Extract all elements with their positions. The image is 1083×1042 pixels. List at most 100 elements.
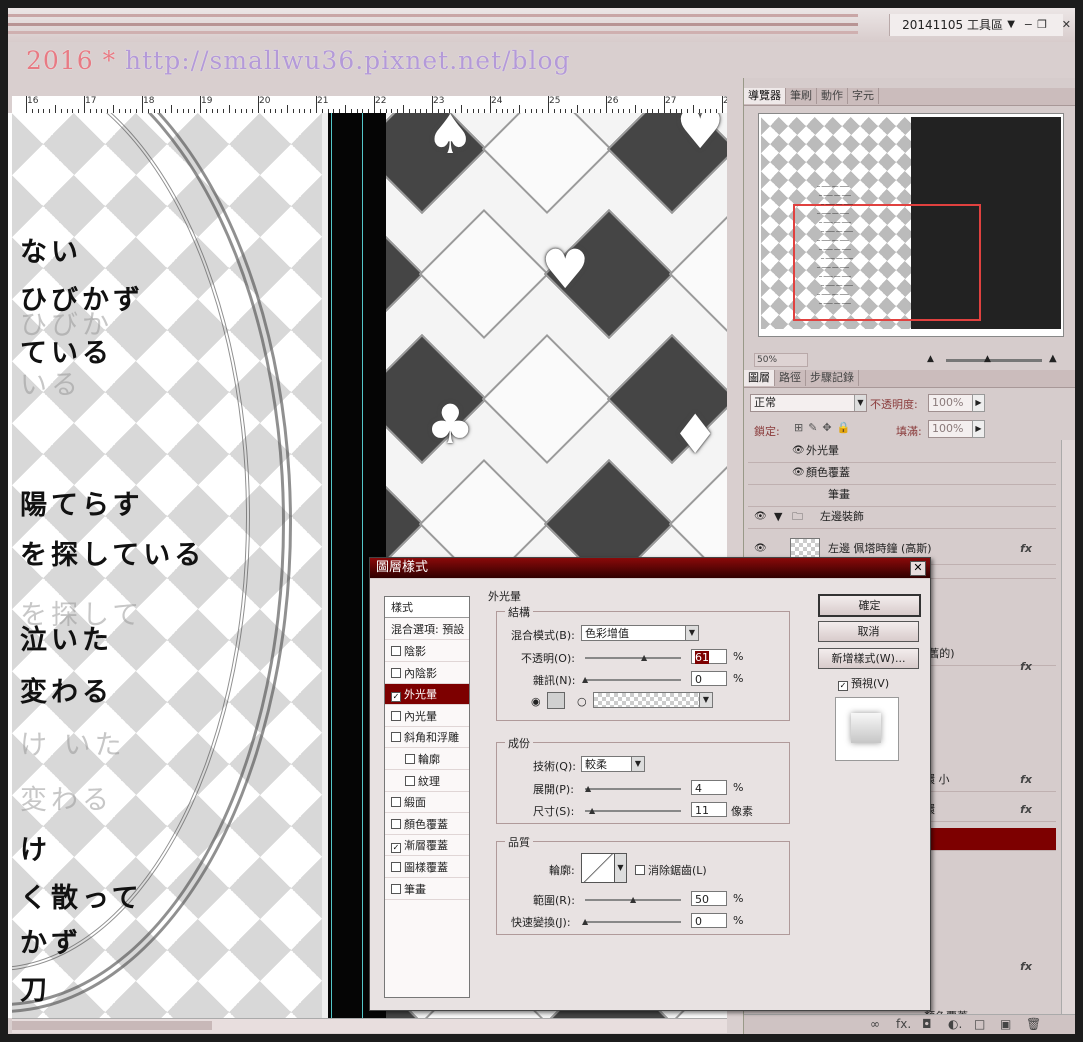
horizontal-scrollbar[interactable] — [12, 1018, 727, 1033]
fx-icon[interactable]: fx — [1020, 660, 1032, 673]
slider-knob[interactable]: ▲ — [641, 653, 647, 662]
eye-icon[interactable]: 👁 — [792, 440, 805, 462]
triangle-down-icon[interactable]: ▼ — [774, 506, 782, 528]
checkbox-icon[interactable] — [391, 667, 401, 678]
style-item[interactable]: 顏色覆蓋 — [385, 814, 469, 835]
fill-field[interactable]: 100% — [928, 420, 973, 438]
contour-preview[interactable] — [581, 853, 615, 883]
zoom-slider-knob[interactable]: ▲ — [984, 354, 991, 364]
range-slider[interactable]: ▲ — [585, 895, 681, 904]
layer-footer-icon[interactable]: fx. — [896, 1017, 911, 1031]
opacity-arrow-icon[interactable]: ▶ — [972, 394, 985, 412]
style-item[interactable]: 圖樣覆蓋 — [385, 857, 469, 878]
horizontal-ruler[interactable]: 16 17 18 19 20 21 22 23 24 25 26 27 28 — [12, 96, 727, 114]
layer-row[interactable]: 👁 外光暈 — [748, 440, 1056, 463]
checkbox-icon[interactable] — [391, 732, 401, 743]
scroll-thumb[interactable] — [12, 1021, 212, 1030]
style-item[interactable]: 斜角和浮雕 — [385, 727, 469, 749]
style-item[interactable]: 緞面 — [385, 792, 469, 814]
jitter-slider[interactable]: ▲ — [582, 917, 681, 926]
opacity-field[interactable]: 100% — [928, 394, 973, 412]
glow-color-swatch[interactable] — [547, 692, 565, 709]
style-item[interactable]: 內光暈 — [385, 706, 469, 727]
blend-mode-select[interactable]: 正常 ▼ — [750, 394, 867, 412]
slider-knob[interactable]: ▲ — [585, 784, 591, 793]
layer-footer-icon[interactable]: 🗑 — [1026, 1017, 1041, 1031]
panel-tab[interactable]: 動作 — [817, 88, 848, 104]
panel-tab[interactable]: 步驟記錄 — [806, 370, 859, 386]
fx-icon[interactable]: fx — [1020, 769, 1032, 791]
slider-knob[interactable]: ▲ — [582, 917, 588, 926]
slider-knob[interactable]: ▲ — [630, 895, 636, 904]
checkbox-icon[interactable] — [391, 646, 401, 656]
cancel-button[interactable]: 取消 — [818, 621, 919, 642]
layer-row[interactable]: 👁 ▼ 🗀 左邊裝飾 — [748, 506, 1056, 529]
blend-options-item[interactable]: 混合選項: 預設 — [385, 619, 469, 640]
noise-field[interactable]: 0 — [691, 671, 727, 686]
restore-button[interactable]: ❐ — [1037, 14, 1047, 36]
new-style-button[interactable]: 新增樣式(W)... — [818, 648, 919, 669]
layer-footer-icon[interactable]: ▣ — [1000, 1017, 1011, 1031]
style-item[interactable]: ✓ 外光暈 — [385, 684, 469, 706]
chevron-down-icon[interactable]: ▼ — [614, 853, 627, 883]
spread-slider[interactable]: ▲ — [585, 784, 681, 793]
minimize-button[interactable]: − — [1024, 14, 1033, 36]
style-item[interactable]: 紋理 — [385, 771, 469, 792]
style-item[interactable]: 內陰影 — [385, 663, 469, 684]
checkbox-icon[interactable]: ✓ — [391, 843, 401, 854]
size-slider[interactable]: ▲ — [585, 806, 681, 815]
slider-knob[interactable]: ▲ — [589, 806, 595, 815]
layers-scrollbar[interactable] — [1061, 440, 1075, 1014]
style-item[interactable]: ✓ 漸層覆蓋 — [385, 835, 469, 857]
chevron-down-icon[interactable]: ▼ — [1007, 14, 1015, 36]
workspace-switcher[interactable]: 20141105 工具區 ▼ − ❐ ✕ — [889, 14, 1071, 36]
zoom-out-icon[interactable]: ▲ — [927, 354, 934, 364]
range-field[interactable]: 50 — [691, 891, 727, 906]
solid-color-radio[interactable]: ◉ — [531, 695, 541, 708]
checkbox-icon[interactable] — [405, 775, 415, 786]
style-list-header[interactable]: 樣式 — [385, 597, 469, 618]
checkbox-icon[interactable] — [391, 710, 401, 721]
glow-blend-mode-select[interactable]: 色彩增值 ▼ — [581, 625, 699, 641]
close-button[interactable]: ✕ — [1062, 14, 1071, 36]
checkbox-icon[interactable] — [391, 862, 401, 872]
eye-icon[interactable]: 👁 — [754, 506, 767, 528]
fx-icon[interactable]: fx — [1020, 960, 1032, 973]
gradient-picker[interactable]: ▼ — [593, 692, 713, 708]
checkbox-icon[interactable]: ✓ — [391, 692, 401, 703]
eye-icon[interactable]: 👁 — [792, 462, 805, 484]
style-item[interactable]: 輪廓 — [385, 749, 469, 770]
panel-tab[interactable]: 字元 — [848, 88, 879, 104]
jitter-field[interactable]: 0 — [691, 913, 727, 928]
checkbox-icon[interactable] — [405, 754, 415, 764]
layer-footer-icon[interactable]: ∞ — [870, 1017, 880, 1031]
navigator-preview[interactable]: ─ ─── ── ─── ─ ─── ── ─── ─ ─── ── ─── ─ ──… — [758, 113, 1064, 337]
selected-layer-row[interactable] — [924, 828, 1056, 851]
style-item[interactable]: 筆畫 — [385, 879, 469, 900]
lock-icons[interactable]: ⊞✎✥🔒 — [794, 421, 855, 434]
checkbox-icon[interactable] — [391, 883, 401, 894]
navigator-zoom-field[interactable]: 50% — [754, 353, 808, 367]
zoom-slider[interactable] — [946, 359, 1042, 362]
layer-row[interactable]: 筆畫 — [748, 484, 1056, 507]
layer-footer-icon[interactable]: □ — [974, 1017, 985, 1031]
layer-footer-icon[interactable]: ◘ — [922, 1017, 932, 1031]
slider-knob[interactable]: ▲ — [582, 675, 588, 684]
technique-select[interactable]: 較柔 ▼ — [581, 756, 645, 772]
layer-row[interactable]: 👁 顏色覆蓋 — [748, 462, 1056, 485]
close-icon[interactable]: ✕ — [910, 561, 926, 576]
checkbox-icon[interactable] — [391, 797, 401, 808]
gradient-radio[interactable]: ○ — [577, 695, 587, 708]
zoom-in-icon[interactable]: ▲ — [1049, 353, 1057, 364]
dialog-title-bar[interactable]: 圖層樣式 ✕ — [370, 558, 930, 578]
antialias-checkbox[interactable]: 消除鋸齒(L) — [635, 862, 707, 878]
panel-tab[interactable]: 圖層 — [744, 370, 775, 386]
fill-arrow-icon[interactable]: ▶ — [972, 420, 985, 438]
fx-icon[interactable]: fx — [1020, 799, 1032, 821]
size-field[interactable]: 11 — [691, 802, 727, 817]
panel-tab[interactable]: 導覽器 — [744, 88, 786, 104]
layer-footer-icon[interactable]: ◐. — [948, 1017, 962, 1031]
checkbox-icon[interactable] — [391, 818, 401, 829]
glow-opacity-slider[interactable]: ▲ — [585, 653, 681, 662]
panel-tab[interactable]: 筆刷 — [786, 88, 817, 104]
